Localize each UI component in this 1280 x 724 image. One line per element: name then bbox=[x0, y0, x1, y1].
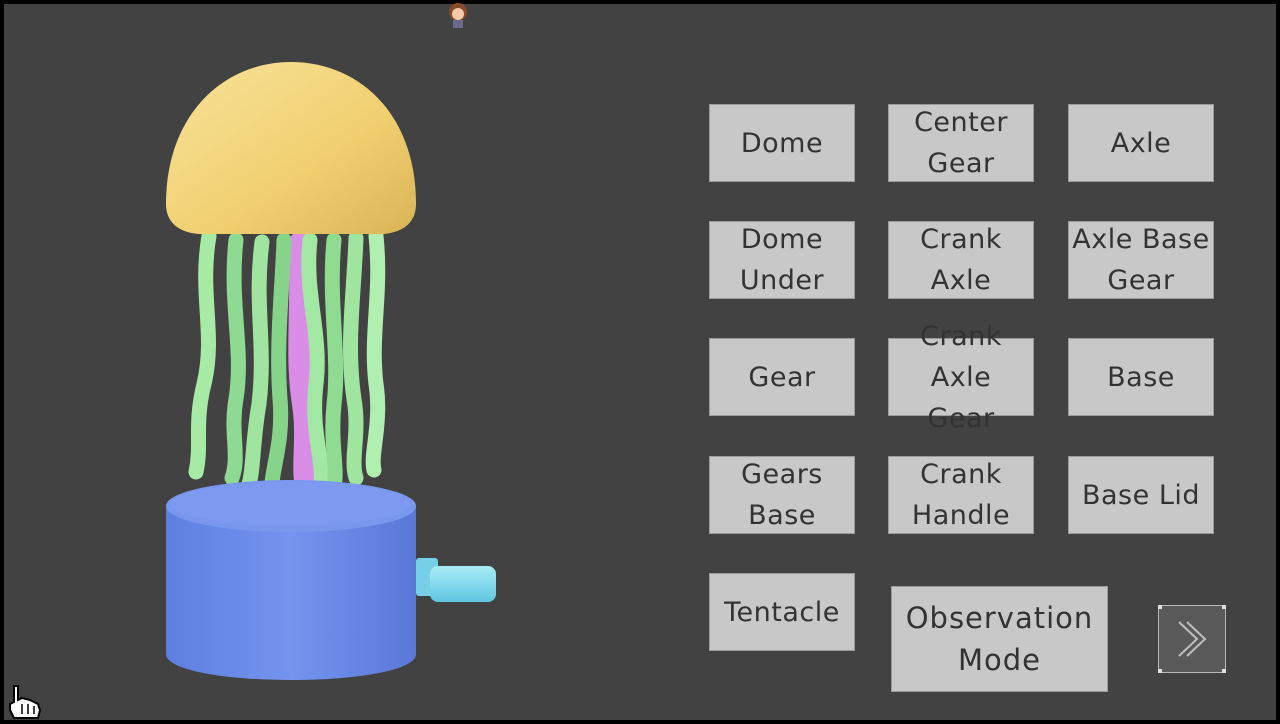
part-button-axle[interactable]: Axle bbox=[1068, 104, 1214, 182]
part-label: Center Gear bbox=[914, 107, 1008, 179]
part-button-axle-base-gear[interactable]: Axle Base Gear bbox=[1068, 221, 1214, 299]
app-window: Dome Center Gear Axle Dome Under Crank A… bbox=[4, 3, 1276, 720]
part-button-crank-axle[interactable]: Crank Axle bbox=[888, 221, 1034, 299]
part-label: Base bbox=[1107, 361, 1175, 393]
corner-marker bbox=[1158, 669, 1162, 673]
part-label: Dome Under bbox=[739, 224, 825, 296]
part-button-crank-axle-gear[interactable]: Crank Axle Gear bbox=[888, 321, 1034, 434]
part-button-base[interactable]: Base bbox=[1068, 338, 1214, 416]
part-label: Base Lid bbox=[1081, 479, 1200, 511]
part-button-tentacle[interactable]: Tentacle bbox=[709, 573, 855, 651]
part-button-base-lid[interactable]: Base Lid bbox=[1068, 456, 1214, 534]
dome bbox=[166, 62, 416, 234]
part-label: Crank Axle bbox=[920, 224, 1002, 296]
base bbox=[166, 480, 416, 680]
part-button-crank-handle[interactable]: Crank Handle bbox=[888, 456, 1034, 534]
crank-handle bbox=[416, 558, 496, 602]
corner-marker bbox=[1158, 605, 1162, 609]
mascot-icon bbox=[449, 3, 467, 28]
part-label: Gear bbox=[748, 361, 816, 393]
jellyfish-model bbox=[166, 62, 496, 680]
model-viewport[interactable] bbox=[4, 4, 694, 720]
part-label: Crank Handle bbox=[911, 459, 1011, 531]
tentacles bbox=[188, 228, 386, 500]
observation-mode-button[interactable]: Observation Mode bbox=[891, 586, 1108, 692]
part-label: Gears Base bbox=[741, 459, 823, 531]
corner-marker bbox=[1222, 605, 1226, 609]
part-label: Axle Base Gear bbox=[1072, 224, 1210, 296]
part-button-center-gear[interactable]: Center Gear bbox=[888, 104, 1034, 182]
part-label: Dome bbox=[740, 127, 824, 159]
part-button-dome-under[interactable]: Dome Under bbox=[709, 221, 855, 299]
part-label: Tentacle bbox=[724, 596, 840, 628]
part-button-gear[interactable]: Gear bbox=[709, 338, 855, 416]
observation-mode-label: Observation Mode bbox=[905, 601, 1094, 677]
next-button[interactable] bbox=[1158, 605, 1226, 673]
part-label: Axle bbox=[1110, 127, 1172, 159]
part-button-dome[interactable]: Dome bbox=[709, 104, 855, 182]
part-button-gears-base[interactable]: Gears Base bbox=[709, 456, 855, 534]
chevron-right-double-icon bbox=[1178, 621, 1207, 657]
hand-cursor-icon bbox=[9, 685, 42, 719]
part-label: Crank Axle Gear bbox=[920, 320, 1002, 434]
corner-marker bbox=[1222, 669, 1226, 673]
